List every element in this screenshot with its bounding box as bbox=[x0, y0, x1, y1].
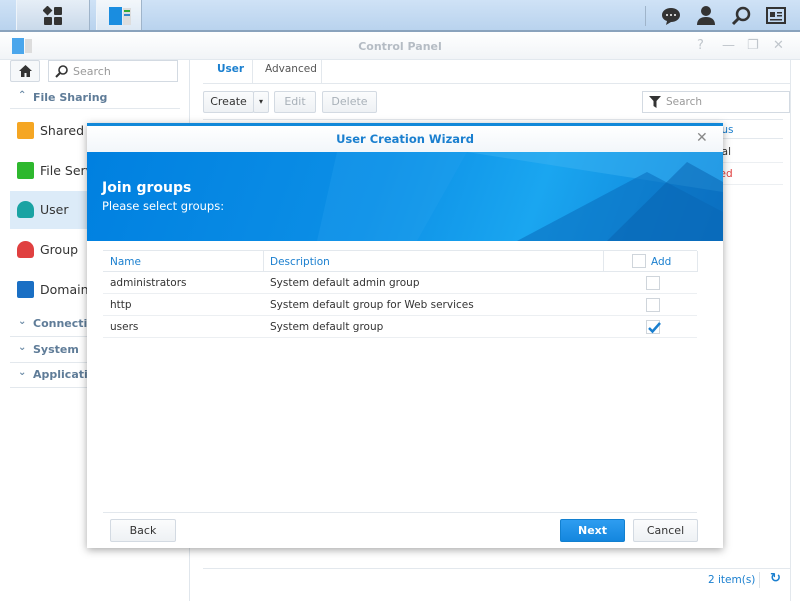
dialog-heading: Join groups bbox=[102, 180, 192, 196]
main-menu-icon bbox=[43, 6, 62, 25]
table-row[interactable]: http System default group for Web servic… bbox=[103, 294, 697, 316]
checkmark-icon bbox=[648, 322, 661, 334]
home-button[interactable] bbox=[10, 60, 40, 82]
add-column-header: Add bbox=[651, 256, 672, 268]
select-all-checkbox[interactable] bbox=[632, 254, 646, 268]
dialog-subheading: Please select groups: bbox=[102, 199, 225, 213]
refresh-icon[interactable]: ↻ bbox=[770, 571, 781, 586]
close-icon[interactable]: ✕ bbox=[773, 38, 784, 53]
name-column-header[interactable]: Name bbox=[110, 256, 141, 268]
tab-user[interactable]: User bbox=[217, 63, 244, 75]
back-button[interactable]: Back bbox=[110, 519, 176, 542]
groups-table-header: Name Description Add bbox=[103, 250, 698, 272]
user-icon bbox=[17, 201, 34, 218]
sidebar-search-input[interactable]: Search bbox=[48, 60, 178, 82]
table-row[interactable]: administrators System default admin grou… bbox=[103, 272, 697, 294]
add-checkbox[interactable] bbox=[646, 276, 660, 290]
restore-icon[interactable]: ❐ bbox=[747, 38, 759, 53]
banner-pattern bbox=[317, 152, 723, 241]
chevron-down-icon: ⌄ bbox=[18, 316, 27, 327]
add-checkbox[interactable] bbox=[646, 298, 660, 312]
search-icon[interactable] bbox=[731, 6, 751, 26]
taskbar bbox=[0, 0, 800, 32]
filter-icon bbox=[649, 96, 661, 108]
user-creation-wizard-dialog: User Creation Wizard ✕ Join groups Pleas… bbox=[87, 123, 723, 548]
control-panel-taskbar-button[interactable] bbox=[96, 0, 142, 30]
notifications-icon[interactable] bbox=[661, 6, 681, 26]
dialog-banner: Join groups Please select groups: bbox=[87, 152, 723, 241]
cancel-button[interactable]: Cancel bbox=[633, 519, 698, 542]
chevron-down-icon: ⌄ bbox=[18, 342, 27, 353]
file-services-icon bbox=[17, 162, 34, 179]
edit-button[interactable]: Edit bbox=[274, 91, 316, 113]
tab-divider bbox=[203, 83, 790, 84]
create-button[interactable]: Create bbox=[203, 91, 254, 113]
delete-button[interactable]: Delete bbox=[322, 91, 377, 113]
domain-icon bbox=[17, 281, 34, 298]
widgets-icon[interactable] bbox=[766, 7, 786, 25]
window-title: Control Panel bbox=[358, 40, 442, 53]
description-column-header[interactable]: Description bbox=[270, 256, 330, 268]
control-panel-app-icon bbox=[109, 7, 131, 25]
create-dropdown-button[interactable]: ▾ bbox=[253, 91, 269, 113]
home-icon bbox=[19, 65, 32, 77]
next-button[interactable]: Next bbox=[560, 519, 625, 542]
item-count: 2 item(s) bbox=[708, 574, 756, 586]
shared-folder-icon bbox=[17, 122, 34, 139]
section-file-sharing[interactable]: ⌃ File Sharing bbox=[10, 86, 180, 109]
user-search-input[interactable]: Search bbox=[642, 91, 790, 113]
user-icon[interactable] bbox=[696, 5, 716, 25]
table-row[interactable]: users System default group bbox=[103, 316, 697, 338]
help-icon[interactable]: ? bbox=[697, 38, 704, 53]
minimize-icon[interactable]: — bbox=[722, 38, 735, 53]
main-menu-button[interactable] bbox=[16, 0, 90, 30]
chevron-down-icon: ⌄ bbox=[18, 367, 27, 378]
chevron-up-icon: ⌃ bbox=[18, 90, 27, 101]
tab-advanced[interactable]: Advanced bbox=[265, 63, 317, 75]
dialog-title: User Creation Wizard bbox=[87, 126, 723, 152]
search-icon bbox=[55, 65, 68, 78]
add-checkbox-checked[interactable] bbox=[646, 320, 661, 334]
close-icon[interactable]: ✕ bbox=[696, 130, 708, 146]
group-icon bbox=[17, 241, 34, 258]
